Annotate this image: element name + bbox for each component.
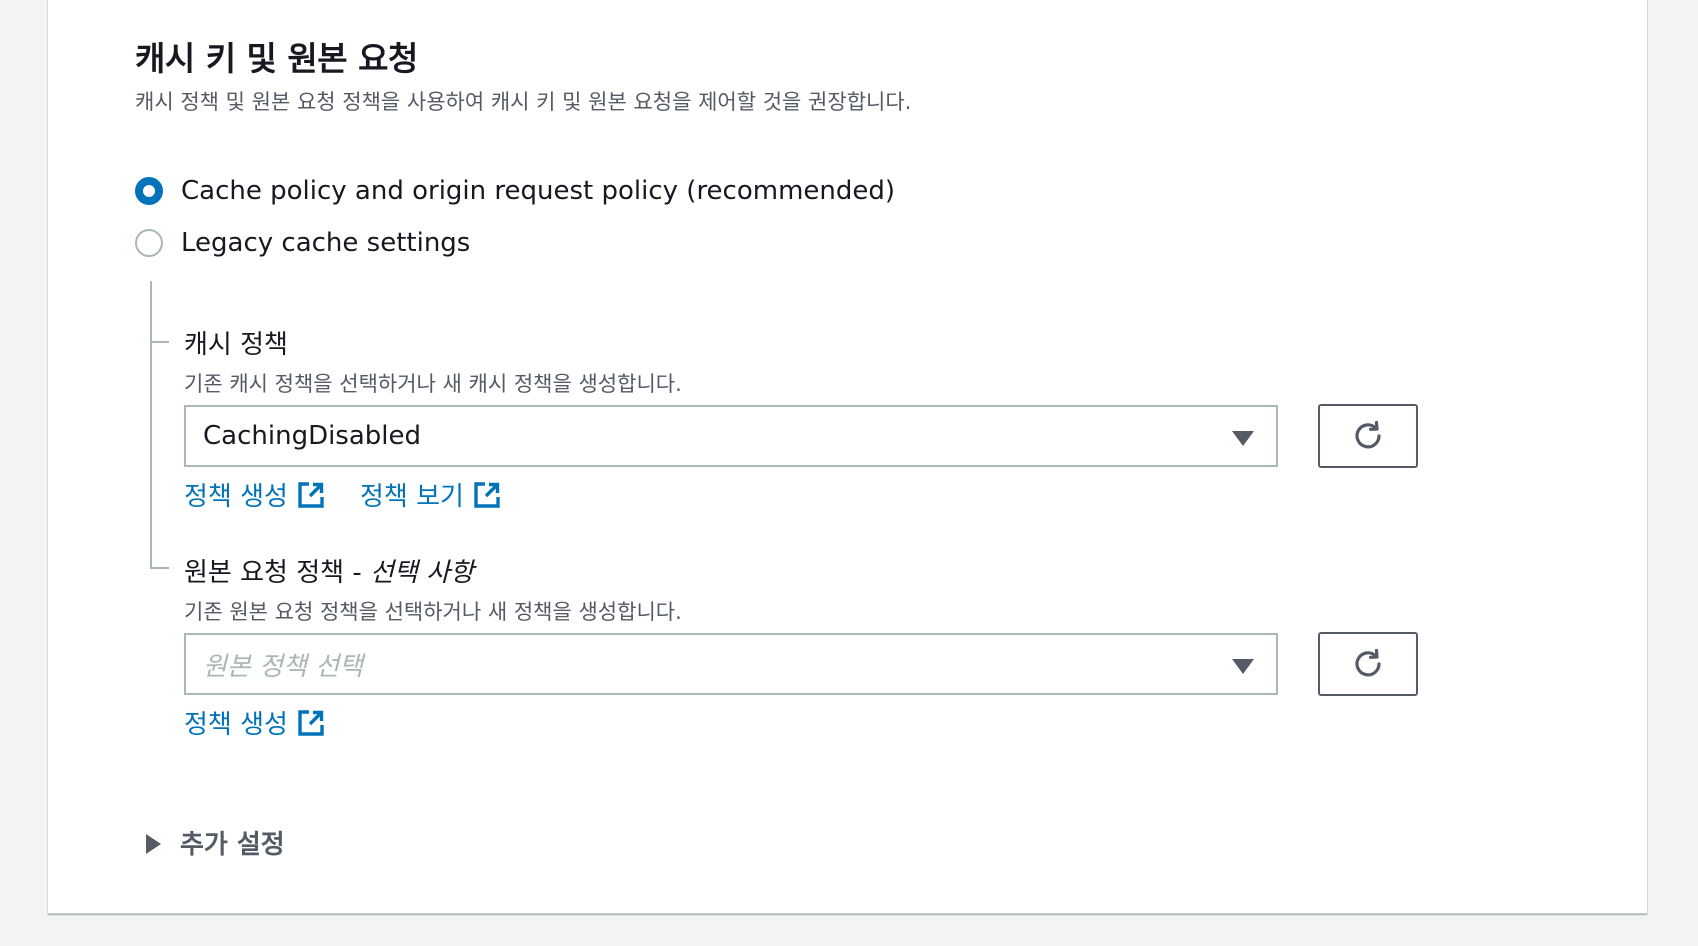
external-link-icon (298, 481, 324, 508)
tree-connector-line (150, 281, 152, 568)
origin-request-policy-label-text: 원본 요청 정책 - (184, 558, 370, 588)
view-cache-policy-link[interactable]: 정책 보기 (360, 476, 501, 513)
view-policy-link-label: 정책 보기 (360, 482, 464, 512)
origin-policy-refresh-button[interactable] (1318, 632, 1418, 696)
radio-label: Legacy cache settings (181, 228, 471, 258)
origin-request-policy-label: 원본 요청 정책 - 선택 사항 (184, 552, 474, 589)
cache-policy-label: 캐시 정책 (184, 330, 288, 360)
cache-policy-select[interactable]: CachingDisabled (184, 405, 1278, 467)
radio-label: Cache policy and origin request policy (… (181, 176, 896, 206)
section-title: 캐시 키 및 원본 요청 (135, 39, 418, 78)
create-cache-policy-link[interactable]: 정책 생성 (184, 476, 325, 513)
cache-policy-description: 기존 캐시 정책을 선택하거나 새 캐시 정책을 생성합니다. (184, 372, 682, 396)
refresh-icon (1355, 420, 1381, 449)
origin-policy-placeholder: 원본 정책 선택 (203, 651, 364, 682)
refresh-icon (1355, 648, 1381, 677)
create-origin-policy-link[interactable]: 정책 생성 (184, 704, 325, 741)
origin-request-policy-select[interactable]: 원본 정책 선택 (184, 633, 1278, 695)
settings-panel: 캐시 키 및 원본 요청 캐시 정책 및 원본 요청 정책을 사용하여 캐시 키… (47, 0, 1648, 914)
radio-unselected-icon[interactable] (135, 229, 163, 257)
origin-request-policy-description: 기존 원본 요청 정책을 선택하거나 새 정책을 생성합니다. (184, 600, 682, 624)
caret-down-icon (1232, 659, 1254, 674)
cache-policy-refresh-button[interactable] (1318, 404, 1418, 468)
radio-option-legacy[interactable]: Legacy cache settings (135, 228, 470, 258)
radio-selected-icon[interactable] (135, 177, 163, 205)
create-policy-link-label: 정책 생성 (184, 482, 288, 512)
optional-label: 선택 사항 (369, 558, 474, 588)
section-description: 캐시 정책 및 원본 요청 정책을 사용하여 캐시 키 및 원본 요청을 제어할… (135, 90, 912, 114)
cache-policy-selected-value: CachingDisabled (203, 421, 422, 451)
additional-settings-label: 추가 설정 (180, 830, 285, 860)
additional-settings-expander[interactable]: 추가 설정 (146, 824, 285, 861)
caret-right-icon (146, 833, 161, 854)
tree-branch-line (150, 567, 169, 569)
external-link-icon (474, 481, 500, 508)
caret-down-icon (1232, 431, 1254, 446)
tree-branch-line (150, 341, 169, 343)
create-policy-link-label: 정책 생성 (184, 710, 288, 740)
radio-option-cache-policy[interactable]: Cache policy and origin request policy (… (135, 176, 895, 206)
external-link-icon (298, 709, 324, 736)
